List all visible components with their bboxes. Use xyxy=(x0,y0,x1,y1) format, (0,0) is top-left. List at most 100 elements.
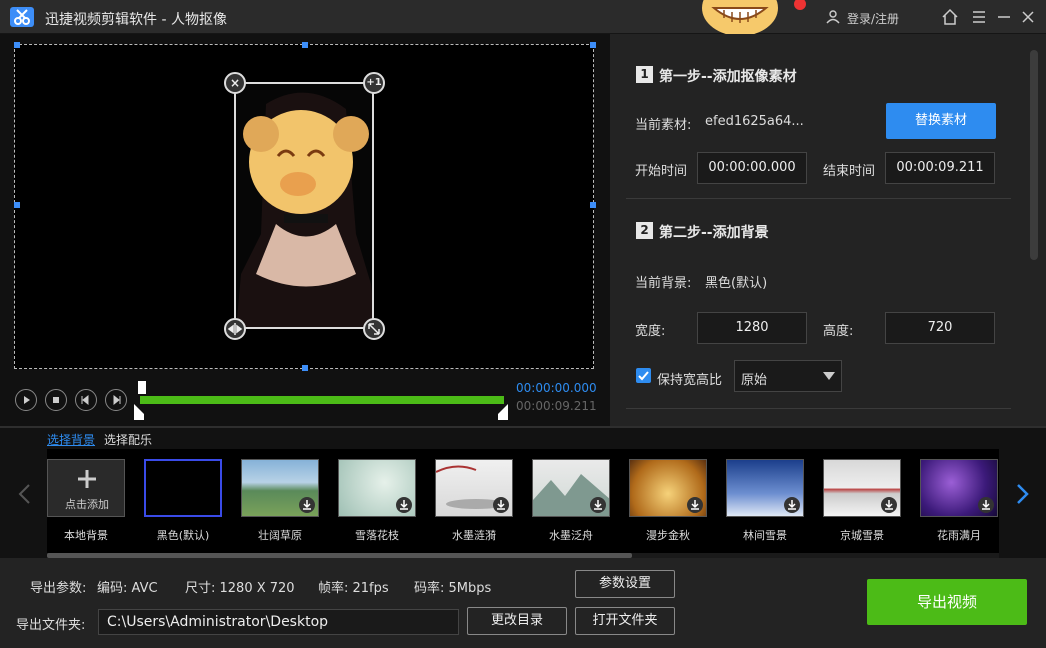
ratio-select[interactable]: 原始 xyxy=(734,360,842,392)
current-background-value: 黑色(默认) xyxy=(705,276,768,291)
play-button[interactable] xyxy=(15,389,37,411)
download-icon[interactable] xyxy=(590,497,606,513)
resize-layer-icon[interactable] xyxy=(363,318,385,340)
background-thumb[interactable] xyxy=(241,459,319,517)
download-icon[interactable] xyxy=(299,497,315,513)
thumb-label: 花雨满月 xyxy=(937,529,981,542)
timeline-progress xyxy=(140,396,504,404)
tab-select-background[interactable]: 选择背景 xyxy=(47,431,95,448)
app-title: 迅捷视频剪辑软件 - 人物抠像 xyxy=(45,12,227,28)
section-divider xyxy=(626,408,1011,409)
thumb-label: 壮阔草原 xyxy=(258,529,302,542)
keep-ratio-label: 保持宽高比 xyxy=(657,373,723,388)
background-thumb[interactable] xyxy=(532,459,610,517)
current-material-label: 当前素材: xyxy=(635,118,692,133)
open-folder-button[interactable]: 打开文件夹 xyxy=(575,607,675,635)
export-video-button[interactable]: 导出视频 xyxy=(867,579,1027,625)
background-thumb[interactable] xyxy=(726,459,804,517)
current-material-value: efed1625a64... xyxy=(705,114,804,129)
width-input[interactable]: 1280 xyxy=(697,312,807,344)
current-time: 00:00:00.000 xyxy=(516,381,597,395)
playhead-handle[interactable] xyxy=(138,381,146,394)
height-input[interactable]: 720 xyxy=(885,312,995,344)
duplicate-layer-button[interactable]: +1 xyxy=(363,72,385,94)
keep-ratio-checkbox[interactable] xyxy=(636,368,651,383)
current-background-label: 当前背景: xyxy=(635,276,692,291)
fps-value: 帧率: 21fps xyxy=(318,581,389,596)
background-thumb[interactable] xyxy=(144,459,222,517)
thumb-label: 京城雪景 xyxy=(840,529,884,542)
download-icon[interactable] xyxy=(978,497,994,513)
close-icon[interactable] xyxy=(1019,8,1037,26)
menu-icon[interactable] xyxy=(970,8,988,26)
end-time-label: 结束时间 xyxy=(823,164,876,179)
ratio-select-value: 原始 xyxy=(741,373,768,388)
total-time: 00:00:09.211 xyxy=(516,399,597,413)
step2-number: 2 xyxy=(636,222,653,239)
thumb-label: 水墨泛舟 xyxy=(549,529,593,542)
app-window: 迅捷视频剪辑软件 - 人物抠像 登录/注册 × +1 00:00:00.000 … xyxy=(0,0,1046,648)
canvas-handle[interactable] xyxy=(590,42,596,48)
thumb-label: 林间雪景 xyxy=(743,529,787,542)
panel-scrollbar[interactable] xyxy=(1030,50,1038,260)
start-time-label: 开始时间 xyxy=(635,164,688,179)
thumb-label: 本地背景 xyxy=(64,529,108,542)
export-params-label: 导出参数: xyxy=(30,581,87,596)
canvas-handle[interactable] xyxy=(302,365,308,371)
add-local-background-button[interactable]: 点击添加 xyxy=(47,459,125,517)
thumb-label: 水墨涟漪 xyxy=(452,529,496,542)
background-thumb[interactable] xyxy=(823,459,901,517)
background-thumb[interactable] xyxy=(920,459,998,517)
export-folder-label: 导出文件夹: xyxy=(16,618,86,633)
replace-material-button[interactable]: 替换素材 xyxy=(886,103,996,139)
background-thumb[interactable] xyxy=(338,459,416,517)
minimize-icon[interactable] xyxy=(995,8,1013,26)
plus-icon xyxy=(78,470,96,488)
width-label: 宽度: xyxy=(635,324,666,339)
add-label: 点击添加 xyxy=(65,498,109,511)
scissors-logo-icon xyxy=(10,7,34,27)
trim-end-handle[interactable] xyxy=(498,404,508,424)
promo-mascot-icon[interactable] xyxy=(700,0,810,34)
tab-select-music[interactable]: 选择配乐 xyxy=(104,431,152,448)
thumb-label: 雪落花枝 xyxy=(355,529,399,542)
thumb-label: 黑色(默认) xyxy=(156,529,210,542)
step2-title: 第二步--添加背景 xyxy=(659,225,769,241)
download-icon[interactable] xyxy=(687,497,703,513)
chevron-down-icon xyxy=(823,372,835,380)
param-settings-button[interactable]: 参数设置 xyxy=(575,570,675,598)
stop-button[interactable] xyxy=(45,389,67,411)
prev-frame-button[interactable] xyxy=(75,389,97,411)
canvas-handle[interactable] xyxy=(14,42,20,48)
next-frame-button[interactable] xyxy=(105,389,127,411)
scroll-left-icon[interactable] xyxy=(16,483,34,509)
step1-title: 第一步--添加抠像素材 xyxy=(659,69,797,85)
user-icon[interactable] xyxy=(826,10,840,24)
scroll-right-icon[interactable] xyxy=(1013,483,1031,509)
canvas-handle[interactable] xyxy=(302,42,308,48)
bitrate-value: 码率: 5Mbps xyxy=(414,581,492,596)
height-label: 高度: xyxy=(823,324,854,339)
end-time-input[interactable]: 00:00:09.211 xyxy=(885,152,995,184)
change-directory-button[interactable]: 更改目录 xyxy=(467,607,567,635)
download-icon[interactable] xyxy=(493,497,509,513)
canvas-handle[interactable] xyxy=(14,202,20,208)
flip-layer-icon[interactable] xyxy=(224,318,246,340)
background-thumb[interactable] xyxy=(629,459,707,517)
download-icon[interactable] xyxy=(396,497,412,513)
thumb-label: 漫步金秋 xyxy=(646,529,690,542)
login-link[interactable]: 登录/注册 xyxy=(847,10,899,27)
start-time-input[interactable]: 00:00:00.000 xyxy=(697,152,807,184)
codec-value: 编码: AVC xyxy=(97,581,158,596)
export-folder-input[interactable]: C:\Users\Administrator\Desktop xyxy=(98,609,459,635)
subject-layer[interactable] xyxy=(234,82,374,329)
canvas-handle[interactable] xyxy=(590,202,596,208)
background-thumb[interactable] xyxy=(435,459,513,517)
delete-layer-button[interactable]: × xyxy=(224,72,246,94)
home-icon[interactable] xyxy=(941,8,959,26)
section-divider xyxy=(626,198,1011,199)
download-icon[interactable] xyxy=(784,497,800,513)
trim-start-handle[interactable] xyxy=(134,404,144,424)
size-value: 尺寸: 1280 X 720 xyxy=(185,581,295,596)
download-icon[interactable] xyxy=(881,497,897,513)
